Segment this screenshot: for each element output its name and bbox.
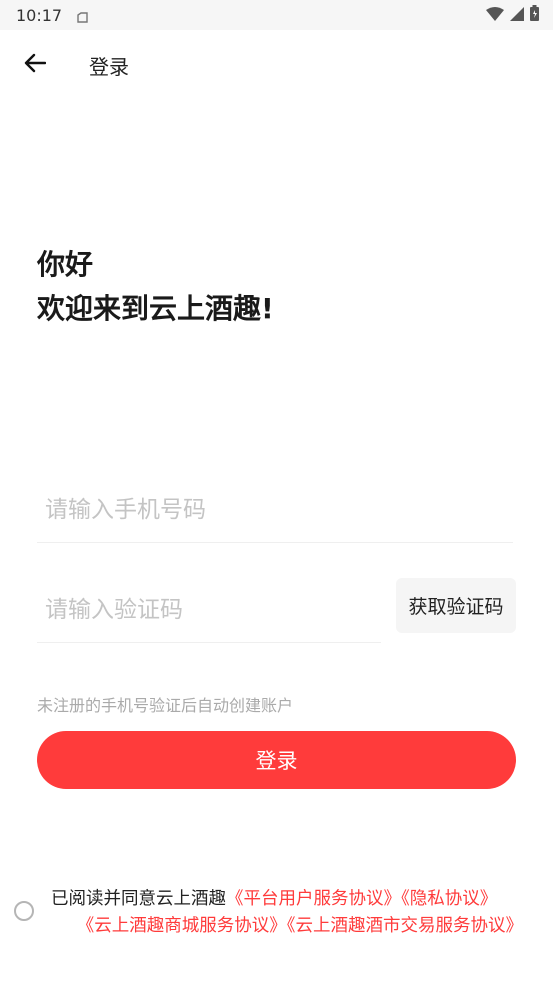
page-title: 登录 (89, 55, 129, 79)
code-field (37, 578, 381, 643)
wine-market-trade-agreement-link[interactable]: 《云上酒趣酒市交易服务协议》 (287, 916, 523, 936)
wifi-icon (486, 6, 504, 25)
mall-service-agreement-link[interactable]: 《云上酒趣商城服务协议》 (77, 916, 287, 936)
register-hint: 未注册的手机号验证后自动创建账户 (37, 696, 294, 715)
notification-icon (76, 8, 89, 23)
platform-user-agreement-link[interactable]: 《平台用户服务协议》 (226, 889, 401, 909)
app-bar: 登录 (0, 30, 553, 100)
agreement-text: 已阅读并同意云上酒趣《平台用户服务协议》《隐私协议》 《云上酒趣商城服务协议》《… (51, 886, 531, 940)
arrow-left-icon (24, 53, 47, 77)
status-icons (486, 5, 539, 25)
get-code-button[interactable]: 获取验证码 (396, 578, 516, 633)
battery-icon (530, 5, 539, 25)
status-time: 10:17 (16, 6, 63, 25)
signal-icon (510, 6, 524, 25)
greeting-line2: 欢迎来到云上酒趣! (37, 292, 274, 325)
greeting-line1: 你好 (37, 248, 94, 281)
status-bar: 10:17 (0, 0, 553, 30)
greeting: 你好 欢迎来到云上酒趣! (37, 243, 274, 331)
back-button[interactable] (18, 50, 52, 80)
login-button[interactable]: 登录 (37, 731, 516, 789)
agreement-checkbox[interactable] (14, 901, 34, 921)
agreement-prefix: 已阅读并同意云上酒趣 (51, 889, 226, 909)
privacy-agreement-link[interactable]: 《隐私协议》 (401, 889, 497, 909)
phone-input[interactable] (37, 478, 513, 542)
verification-code-input[interactable] (37, 578, 381, 642)
phone-field (37, 478, 513, 543)
